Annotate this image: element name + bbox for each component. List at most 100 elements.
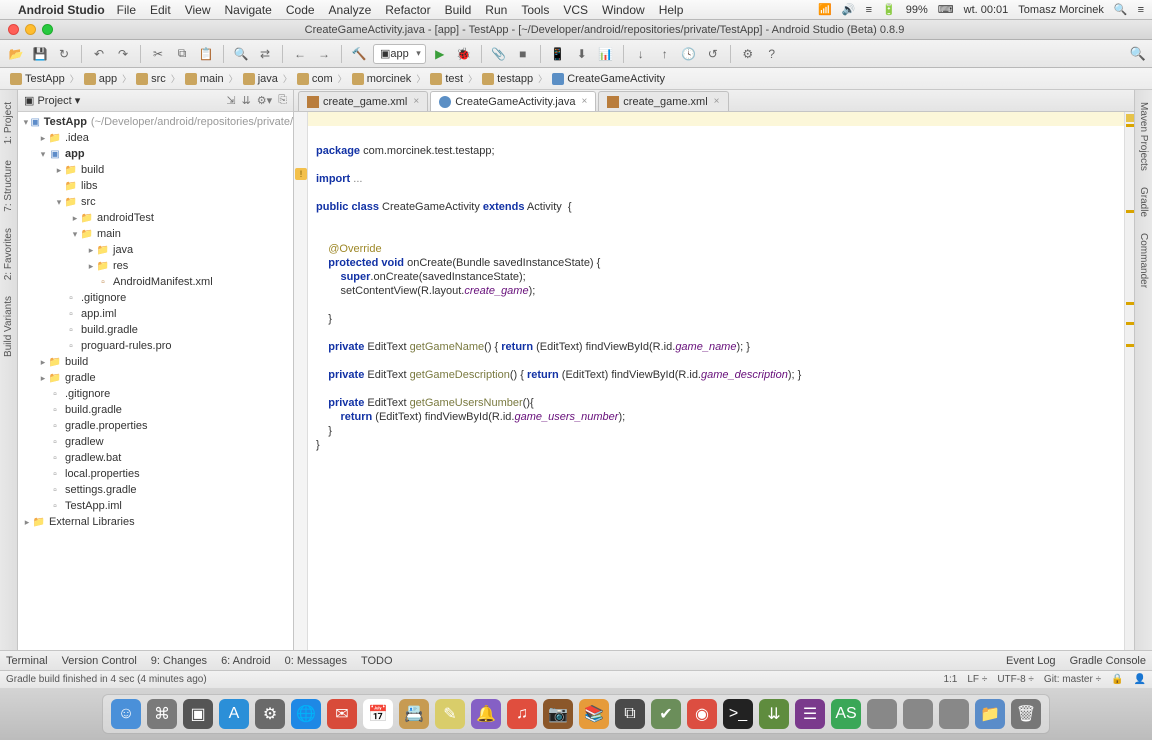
menu-navigate[interactable]: Navigate bbox=[224, 3, 271, 17]
back-icon[interactable]: ← bbox=[290, 44, 310, 64]
redo-icon[interactable]: ↷ bbox=[113, 44, 133, 64]
notifications-icon[interactable]: ≡ bbox=[1138, 4, 1144, 16]
breadcrumb-item[interactable]: testapp bbox=[478, 73, 537, 85]
sdk-icon[interactable]: ⬇ bbox=[572, 44, 592, 64]
user-name[interactable]: Tomasz Morcinek bbox=[1018, 4, 1104, 16]
dock-app-icon[interactable]: 📚 bbox=[579, 699, 609, 729]
dock-app-icon[interactable]: A bbox=[219, 699, 249, 729]
dock-app-icon[interactable]: ✉ bbox=[327, 699, 357, 729]
editor-tab[interactable]: create_game.xml× bbox=[598, 91, 728, 111]
tool-window-button[interactable]: 6: Android bbox=[221, 655, 271, 667]
tool-window-button[interactable]: 0: Messages bbox=[285, 655, 347, 667]
tool-window-button[interactable]: 7: Structure bbox=[3, 160, 14, 212]
copy-icon[interactable]: ⧉ bbox=[172, 44, 192, 64]
menu-analyze[interactable]: Analyze bbox=[329, 3, 372, 17]
minimize-button[interactable] bbox=[25, 24, 36, 35]
breadcrumb-item[interactable]: app bbox=[80, 73, 121, 85]
tool-window-button[interactable]: Gradle bbox=[1138, 187, 1149, 217]
project-tree[interactable]: ▾▣ TestApp (~/Developer/android/reposito… bbox=[18, 112, 293, 650]
run-icon[interactable]: ▶ bbox=[430, 44, 450, 64]
tree-node[interactable]: ▫TestApp.iml bbox=[18, 498, 293, 514]
tool-window-button[interactable]: Maven Projects bbox=[1138, 102, 1149, 171]
hector-icon[interactable]: 👤 bbox=[1134, 674, 1146, 685]
tree-node[interactable]: ▫.gitignore bbox=[18, 386, 293, 402]
dock-app-icon[interactable]: ◉ bbox=[687, 699, 717, 729]
tree-node[interactable]: ▫build.gradle bbox=[18, 402, 293, 418]
git-branch[interactable]: Git: master ÷ bbox=[1044, 674, 1101, 685]
breadcrumb-item[interactable]: com bbox=[293, 73, 337, 85]
breadcrumb-item[interactable]: java bbox=[239, 73, 282, 85]
volume-icon[interactable]: 🔊 bbox=[842, 3, 856, 16]
filter-icon[interactable]: ⚙▾ bbox=[257, 94, 272, 107]
dock-app-icon[interactable]: ⌘ bbox=[147, 699, 177, 729]
find-icon[interactable]: 🔍 bbox=[231, 44, 251, 64]
tool-window-button[interactable]: Terminal bbox=[6, 655, 48, 667]
tool-window-button[interactable]: 2: Favorites bbox=[3, 228, 14, 280]
overview-ruler[interactable] bbox=[1124, 112, 1134, 650]
tree-node[interactable]: ▫app.iml bbox=[18, 306, 293, 322]
input-icon[interactable]: ⌨ bbox=[938, 3, 954, 16]
dock-app-icon[interactable] bbox=[867, 699, 897, 729]
dock-app-icon[interactable]: 🗑 bbox=[1011, 699, 1041, 729]
dock-app-icon[interactable]: 🔔 bbox=[471, 699, 501, 729]
menu-view[interactable]: View bbox=[185, 3, 211, 17]
tree-node[interactable]: ▫proguard-rules.pro bbox=[18, 338, 293, 354]
battery-icon[interactable]: 🔋 bbox=[882, 3, 896, 16]
debug-icon[interactable]: 🐞 bbox=[454, 44, 474, 64]
dock-app-icon[interactable] bbox=[939, 699, 969, 729]
sync-icon[interactable]: ↻ bbox=[54, 44, 74, 64]
clock[interactable]: wt. 00:01 bbox=[964, 4, 1009, 16]
replace-icon[interactable]: ⇄ bbox=[255, 44, 275, 64]
spotlight-icon[interactable]: 🔍 bbox=[1114, 3, 1128, 16]
dock-app-icon[interactable]: 📅 bbox=[363, 699, 393, 729]
dock-app-icon[interactable]: 📷 bbox=[543, 699, 573, 729]
editor-tab[interactable]: create_game.xml× bbox=[298, 91, 428, 111]
breadcrumb-item[interactable]: CreateGameActivity bbox=[548, 73, 669, 85]
dock-app-icon[interactable]: ☺ bbox=[111, 699, 141, 729]
tool-window-button[interactable]: Build Variants bbox=[3, 296, 14, 357]
dock-app-icon[interactable]: ⧉ bbox=[615, 699, 645, 729]
warning-icon[interactable]: ! bbox=[295, 168, 307, 180]
tool-window-button[interactable]: 1: Project bbox=[3, 102, 14, 144]
tool-window-button[interactable]: Gradle Console bbox=[1070, 655, 1146, 667]
bluetooth-icon[interactable]: ≡ bbox=[866, 4, 872, 16]
menu-tools[interactable]: Tools bbox=[521, 3, 549, 17]
forward-icon[interactable]: → bbox=[314, 44, 334, 64]
vcs-update-icon[interactable]: ↓ bbox=[631, 44, 651, 64]
dock-app-icon[interactable]: 📁 bbox=[975, 699, 1005, 729]
lock-icon[interactable]: 🔒 bbox=[1111, 674, 1123, 685]
dock-app-icon[interactable]: AS bbox=[831, 699, 861, 729]
tree-node[interactable]: ▫gradlew bbox=[18, 434, 293, 450]
tree-node[interactable]: ▫gradlew.bat bbox=[18, 450, 293, 466]
autoscroll-icon[interactable]: ⇊ bbox=[242, 94, 251, 107]
close-tab-icon[interactable]: × bbox=[413, 96, 419, 107]
vcs-revert-icon[interactable]: ↺ bbox=[703, 44, 723, 64]
dock-app-icon[interactable]: 📇 bbox=[399, 699, 429, 729]
make-icon[interactable]: 🔨 bbox=[349, 44, 369, 64]
editor-gutter[interactable]: ! bbox=[294, 112, 308, 650]
menu-build[interactable]: Build bbox=[445, 3, 472, 17]
flatten-icon[interactable]: ⇲ bbox=[226, 94, 235, 107]
breadcrumb-item[interactable]: src bbox=[132, 73, 170, 85]
dock-app-icon[interactable]: ✎ bbox=[435, 699, 465, 729]
hide-icon[interactable]: ⎘ bbox=[278, 94, 287, 107]
tree-node[interactable]: ▾📁src bbox=[18, 194, 293, 210]
undo-icon[interactable]: ↶ bbox=[89, 44, 109, 64]
tree-node[interactable]: ▸📁External Libraries bbox=[18, 514, 293, 530]
editor-tab[interactable]: CreateGameActivity.java× bbox=[430, 91, 596, 111]
tree-node[interactable]: ▫AndroidManifest.xml bbox=[18, 274, 293, 290]
caret-position[interactable]: 1:1 bbox=[943, 674, 957, 685]
avd-icon[interactable]: 📱 bbox=[548, 44, 568, 64]
tree-node[interactable]: ▫.gitignore bbox=[18, 290, 293, 306]
wifi-icon[interactable]: 📶 bbox=[818, 3, 832, 16]
code-area[interactable]: package com.morcinek.test.testapp; impor… bbox=[308, 112, 1124, 650]
attach-icon[interactable]: 📎 bbox=[489, 44, 509, 64]
tree-node[interactable]: ▾▣app bbox=[18, 146, 293, 162]
menu-code[interactable]: Code bbox=[286, 3, 315, 17]
maximize-button[interactable] bbox=[42, 24, 53, 35]
dock-app-icon[interactable]: ⇊ bbox=[759, 699, 789, 729]
tree-node[interactable]: ▸📁build bbox=[18, 162, 293, 178]
tool-window-button[interactable]: Commander bbox=[1138, 233, 1149, 288]
tree-node[interactable]: ▫build.gradle bbox=[18, 322, 293, 338]
dock-app-icon[interactable]: ▣ bbox=[183, 699, 213, 729]
